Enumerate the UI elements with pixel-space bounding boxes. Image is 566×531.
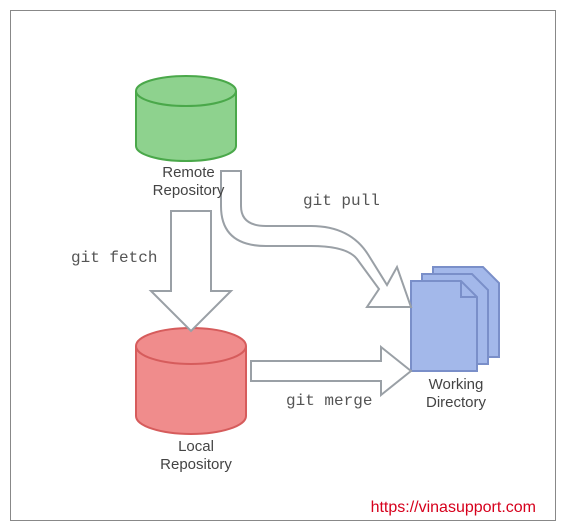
local-repo-cylinder <box>136 328 246 434</box>
remote-repo-cylinder <box>136 76 236 161</box>
git-fetch-arrow <box>151 211 231 331</box>
diagram-frame: Remote Repository Local Repository Worki… <box>10 10 556 521</box>
git-fetch-label: git fetch <box>71 249 157 267</box>
remote-repo-label: Remote Repository <box>141 164 236 200</box>
working-directory-label: Working Directory <box>411 376 501 412</box>
working-directory-icon <box>411 267 499 371</box>
git-merge-label: git merge <box>286 392 372 410</box>
local-repo-label: Local Repository <box>151 438 241 474</box>
git-pull-label: git pull <box>303 192 380 210</box>
attribution-url: https://vinasupport.com <box>371 499 536 517</box>
git-merge-arrow <box>251 347 411 395</box>
